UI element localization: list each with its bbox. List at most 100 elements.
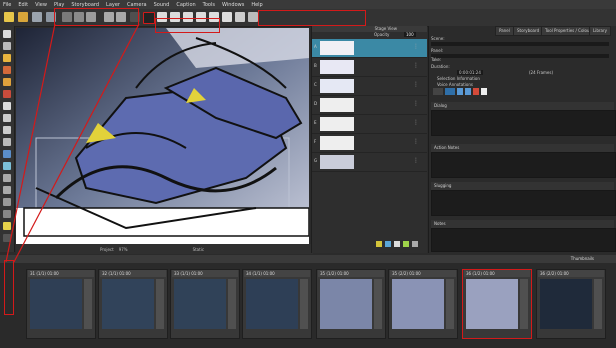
layer-combo[interactable]: Static bbox=[193, 247, 204, 252]
layer-menu-icon[interactable]: ⋮ bbox=[413, 43, 419, 50]
eraser-tool-icon[interactable] bbox=[3, 78, 11, 86]
rectangle-tool-icon[interactable] bbox=[3, 114, 11, 122]
paint-tool-icon[interactable] bbox=[3, 90, 11, 98]
next-icon[interactable] bbox=[465, 88, 471, 95]
save-all-icon[interactable] bbox=[46, 12, 56, 22]
save-icon[interactable] bbox=[32, 12, 42, 22]
layer-row-c[interactable]: C ⋮ bbox=[312, 77, 427, 96]
select-tool-icon[interactable] bbox=[3, 30, 11, 38]
tab-tool-properties[interactable]: Tool Properties / Colour bbox=[541, 26, 596, 36]
layer-row-a[interactable]: A ⋮ bbox=[312, 39, 427, 58]
thumbnail-panel[interactable]: 33 (1/1) 01:00 bbox=[170, 269, 240, 339]
line-tool-icon[interactable] bbox=[3, 102, 11, 110]
menu-storyboard[interactable]: Storyboard bbox=[71, 2, 99, 8]
pencil-tool-icon[interactable] bbox=[3, 54, 11, 62]
menu-file[interactable]: File bbox=[3, 2, 11, 8]
panel-delete-icon[interactable] bbox=[209, 12, 219, 22]
layer-menu-icon[interactable]: ⋮ bbox=[413, 138, 419, 145]
thumbnail-panel[interactable]: 35 (1/2) 01:00 bbox=[316, 269, 386, 339]
record-play-icon[interactable] bbox=[445, 88, 455, 95]
stage-view[interactable] bbox=[16, 28, 309, 244]
copy-icon[interactable] bbox=[74, 12, 84, 22]
thumbnail-layers bbox=[228, 279, 236, 329]
layer-row-b[interactable]: B ⋮ bbox=[312, 58, 427, 77]
play-icon[interactable] bbox=[457, 88, 463, 95]
zoom-tool-icon[interactable] bbox=[3, 186, 11, 194]
eyedropper-tool-icon[interactable] bbox=[3, 210, 11, 218]
settings-icon[interactable] bbox=[481, 88, 487, 95]
polyline-tool-icon[interactable] bbox=[3, 138, 11, 146]
slugging-textbox[interactable] bbox=[431, 190, 616, 216]
panel-split-icon[interactable] bbox=[196, 12, 206, 22]
paste-icon[interactable] bbox=[86, 12, 96, 22]
thumbnail-panel[interactable]: 31 (1/1) 01:00 bbox=[26, 269, 96, 339]
add-group-icon[interactable] bbox=[394, 241, 400, 247]
notes-textbox[interactable] bbox=[431, 228, 616, 252]
voice-annotations-section[interactable]: Voice Annotations bbox=[437, 82, 473, 87]
layer-menu-icon[interactable]: ⋮ bbox=[413, 62, 419, 69]
ellipse-tool-icon[interactable] bbox=[3, 126, 11, 134]
layer-menu-icon[interactable]: ⋮ bbox=[413, 157, 419, 164]
duration-field[interactable]: 0:00:01:24 bbox=[457, 70, 483, 75]
redo-icon[interactable] bbox=[116, 12, 126, 22]
contour-editor-icon[interactable] bbox=[3, 42, 11, 50]
add-bitmap-layer-icon[interactable] bbox=[385, 241, 391, 247]
thumbnail-panel[interactable]: 35 (2/2) 01:00 bbox=[388, 269, 458, 339]
layer-row-g[interactable]: G ⋮ bbox=[312, 153, 427, 172]
panel-add-icon[interactable] bbox=[157, 12, 167, 22]
thumbnail-panel-selected[interactable]: 36 (1/2) 01:00 bbox=[462, 269, 532, 339]
selection-info-section[interactable]: Selection Information bbox=[437, 76, 480, 81]
layer-row-d[interactable]: D ⋮ bbox=[312, 96, 427, 115]
menu-tools[interactable]: Tools bbox=[203, 2, 215, 8]
layer-row-e[interactable]: E ⋮ bbox=[312, 115, 427, 134]
layer-menu-icon[interactable]: ⋮ bbox=[413, 100, 419, 107]
cut-icon[interactable] bbox=[62, 12, 72, 22]
menu-layer[interactable]: Layer bbox=[106, 2, 120, 8]
open-project-icon[interactable] bbox=[18, 12, 28, 22]
opacity-value[interactable]: 100 bbox=[404, 32, 416, 37]
menu-camera[interactable]: Camera bbox=[127, 2, 147, 8]
layer-menu-icon[interactable]: ⋮ bbox=[413, 81, 419, 88]
rotate-view-icon[interactable] bbox=[3, 198, 11, 206]
panel-insert-icon[interactable] bbox=[170, 12, 180, 22]
thumbnail-panel[interactable]: 32 (1/1) 01:00 bbox=[98, 269, 168, 339]
tab-panel[interactable]: Panel bbox=[495, 26, 514, 36]
colour-swatch-icon[interactable] bbox=[3, 222, 11, 230]
light-table-icon[interactable] bbox=[403, 241, 409, 247]
undo-icon[interactable] bbox=[104, 12, 114, 22]
transform-tool-icon[interactable] bbox=[3, 150, 11, 158]
delete-layer-icon[interactable] bbox=[412, 241, 418, 247]
brush-size-icon[interactable] bbox=[143, 12, 155, 24]
camera-tool-icon[interactable] bbox=[3, 162, 11, 170]
flip-icon[interactable] bbox=[130, 12, 140, 22]
trash-icon[interactable] bbox=[3, 234, 11, 242]
dialog-textbox[interactable] bbox=[431, 110, 616, 136]
tab-storyboard[interactable]: Storyboard bbox=[513, 26, 544, 36]
menu-edit[interactable]: Edit bbox=[18, 2, 28, 8]
panel-field[interactable] bbox=[431, 54, 609, 58]
layer-row-f[interactable]: F ⋮ bbox=[312, 134, 427, 153]
action-notes-textbox[interactable] bbox=[431, 152, 616, 178]
new-project-icon[interactable] bbox=[4, 12, 14, 22]
scene-add-icon[interactable] bbox=[222, 12, 232, 22]
record-prev-icon[interactable] bbox=[433, 88, 443, 95]
brush-tool-icon[interactable] bbox=[3, 66, 11, 74]
hand-tool-icon[interactable] bbox=[3, 174, 11, 182]
thumbnail-panel[interactable]: 34 (1/1) 01:00 bbox=[242, 269, 312, 339]
menu-windows[interactable]: Windows bbox=[222, 2, 244, 8]
menu-help[interactable]: Help bbox=[251, 2, 262, 8]
layer-menu-icon[interactable]: ⋮ bbox=[413, 119, 419, 126]
panel-duplicate-icon[interactable] bbox=[183, 12, 193, 22]
menu-sound[interactable]: Sound bbox=[154, 2, 170, 8]
zoom-value[interactable]: 97% bbox=[119, 247, 128, 252]
menu-play[interactable]: Play bbox=[54, 2, 64, 8]
camera-icon[interactable] bbox=[235, 12, 245, 22]
add-vector-layer-icon[interactable] bbox=[376, 241, 382, 247]
record-icon[interactable] bbox=[473, 88, 479, 95]
scene-field[interactable] bbox=[431, 42, 609, 46]
thumbnail-panel[interactable]: 36 (2/2) 01:00 bbox=[536, 269, 606, 339]
menu-caption[interactable]: Caption bbox=[176, 2, 195, 8]
menu-view[interactable]: View bbox=[35, 2, 47, 8]
zoom-icon[interactable] bbox=[248, 12, 258, 22]
tab-library[interactable]: Library bbox=[589, 26, 611, 36]
